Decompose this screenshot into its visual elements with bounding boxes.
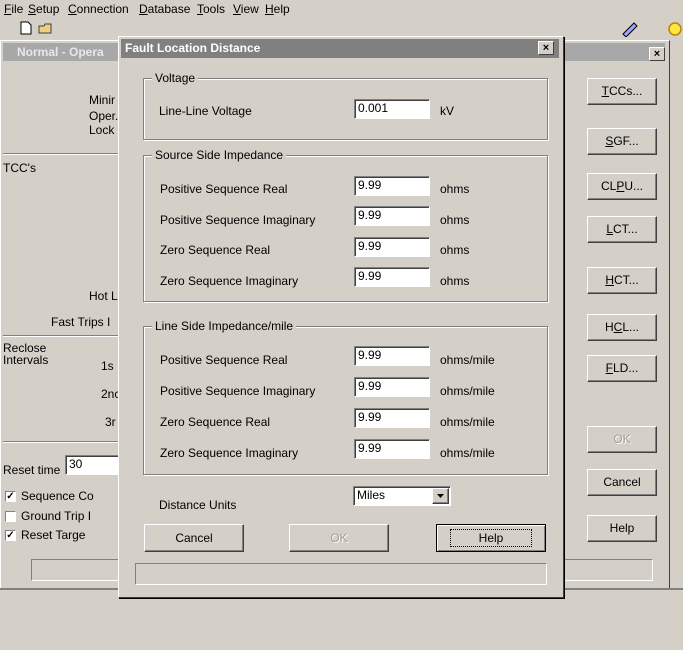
tccs-label: TCC's — [3, 161, 36, 175]
menu-setup[interactable]: Setup — [28, 2, 59, 16]
fault-location-dialog: Fault Location Distance × Voltage Line-L… — [118, 36, 564, 598]
back-help-button[interactable]: Help — [587, 515, 657, 542]
line-pos-imag-unit: ohms/mile — [440, 384, 495, 398]
background-close-button[interactable]: × — [649, 47, 665, 61]
dropdown-button[interactable] — [432, 488, 449, 504]
line-line-voltage-label: Line-Line Voltage — [159, 104, 252, 118]
lightbulb-icon[interactable] — [666, 21, 683, 41]
source-zero-imag-unit: ohms — [440, 274, 470, 288]
ground-trip-checkbox[interactable] — [5, 511, 16, 522]
clpu-button[interactable]: CLPU... — [587, 173, 657, 200]
sgf-button[interactable]: SGF... — [587, 128, 657, 155]
source-side-group-title: Source Side Impedance — [152, 148, 287, 162]
close-icon: × — [653, 48, 661, 60]
dialog-status-field — [135, 563, 547, 585]
sequence-label: Sequence Co — [21, 489, 94, 503]
background-window-title: Normal - Opera — [17, 45, 104, 59]
source-pos-real-unit: ohms — [440, 182, 470, 196]
divider — [3, 441, 123, 443]
voltage-unit: kV — [440, 104, 455, 118]
fast-trips-label: Fast Trips I — [51, 315, 111, 329]
line-pos-real-unit: ohms/mile — [440, 353, 495, 367]
back-ok-button[interactable]: OK — [587, 426, 657, 453]
reset-target-label: Reset Targe — [21, 528, 86, 542]
checkmark-icon: ✓ — [6, 491, 15, 502]
hcl-button[interactable]: HCL... — [587, 314, 657, 341]
menu-database[interactable]: Database — [139, 2, 190, 16]
bottom-area — [0, 590, 683, 650]
line-pos-real-input[interactable]: 9.99 — [354, 346, 430, 366]
menu-help[interactable]: Help — [265, 2, 290, 16]
source-zero-real-unit: ohms — [440, 243, 470, 257]
lockout-label: Lock — [89, 123, 115, 137]
distance-units-select[interactable]: Miles — [353, 486, 451, 506]
divider — [3, 153, 123, 155]
fld-button[interactable]: FLD... — [587, 355, 657, 382]
source-pos-imag-input[interactable]: 9.99 — [354, 206, 430, 226]
menu-bar: File Setup Connection Database Tools Vie… — [0, 0, 683, 18]
dialog-ok-button[interactable]: OK — [289, 524, 389, 552]
line-zero-real-unit: ohms/mile — [440, 415, 495, 429]
source-pos-imag-label: Positive Sequence Imaginary — [160, 213, 316, 227]
interval-3rd-label: 3r — [105, 415, 116, 429]
source-pos-imag-unit: ohms — [440, 213, 470, 227]
line-side-group: Line Side Impedance/mile Positive Sequen… — [143, 319, 548, 475]
interval-1st-label: 1s — [101, 359, 114, 373]
new-file-icon[interactable] — [18, 21, 34, 35]
dialog-title: Fault Location Distance — [125, 41, 261, 55]
open-folder-icon[interactable] — [38, 21, 54, 35]
dialog-help-button[interactable]: Help — [436, 524, 546, 552]
dialog-close-button[interactable]: × — [538, 41, 554, 55]
line-zero-real-label: Zero Sequence Real — [160, 415, 271, 429]
dialog-cancel-button[interactable]: Cancel — [144, 524, 244, 552]
divider — [3, 335, 123, 337]
chevron-down-icon — [437, 494, 444, 498]
source-zero-real-input[interactable]: 9.99 — [354, 237, 430, 257]
menu-connection[interactable]: Connection — [68, 2, 129, 16]
tccs-button[interactable]: TCCs... — [587, 78, 657, 105]
hct-button[interactable]: HCT... — [587, 267, 657, 294]
minimum-label: Minir — [89, 93, 115, 107]
operations-label: Oper. — [89, 109, 119, 123]
line-pos-imag-input[interactable]: 9.99 — [354, 377, 430, 397]
reset-time-input[interactable]: 30 — [65, 455, 121, 475]
source-zero-imag-label: Zero Sequence Imaginary — [160, 274, 299, 288]
back-cancel-button[interactable]: Cancel — [587, 469, 657, 496]
hot-line-label: Hot L — [89, 289, 118, 303]
line-line-voltage-input[interactable]: 0.001 — [354, 99, 430, 119]
line-pos-imag-label: Positive Sequence Imaginary — [160, 384, 316, 398]
dialog-help-label: Help — [449, 529, 533, 547]
line-zero-imag-label: Zero Sequence Imaginary — [160, 446, 299, 460]
source-zero-real-label: Zero Sequence Real — [160, 243, 271, 257]
line-zero-imag-unit: ohms/mile — [440, 446, 495, 460]
edit-pencil-icon[interactable] — [620, 21, 640, 37]
line-zero-imag-input[interactable]: 9.99 — [354, 439, 430, 459]
line-pos-real-label: Positive Sequence Real — [160, 353, 288, 367]
line-zero-real-input[interactable]: 9.99 — [354, 408, 430, 428]
dialog-titlebar: Fault Location Distance — [121, 39, 559, 58]
sequence-checkbox[interactable]: ✓ — [5, 491, 16, 502]
source-side-group: Source Side Impedance Positive Sequence … — [143, 148, 548, 302]
source-pos-real-label: Positive Sequence Real — [160, 182, 288, 196]
source-pos-real-input[interactable]: 9.99 — [354, 176, 430, 196]
checkmark-icon: ✓ — [6, 530, 15, 541]
distance-units-label: Distance Units — [159, 498, 237, 512]
ground-trip-label: Ground Trip I — [21, 509, 92, 523]
line-side-group-title: Line Side Impedance/mile — [152, 319, 297, 333]
reset-time-label: Reset time — [3, 463, 61, 477]
menu-file[interactable]: File — [4, 2, 23, 16]
close-icon: × — [542, 42, 550, 54]
voltage-group: Voltage Line-Line Voltage 0.001 kV — [143, 71, 548, 140]
reset-target-checkbox[interactable]: ✓ — [5, 530, 16, 541]
lct-button[interactable]: LCT... — [587, 216, 657, 243]
intervals-label: Intervals — [3, 353, 49, 367]
source-zero-imag-input[interactable]: 9.99 — [354, 267, 430, 287]
voltage-group-title: Voltage — [152, 71, 199, 85]
menu-tools[interactable]: Tools — [197, 2, 225, 16]
menu-view[interactable]: View — [233, 2, 259, 16]
